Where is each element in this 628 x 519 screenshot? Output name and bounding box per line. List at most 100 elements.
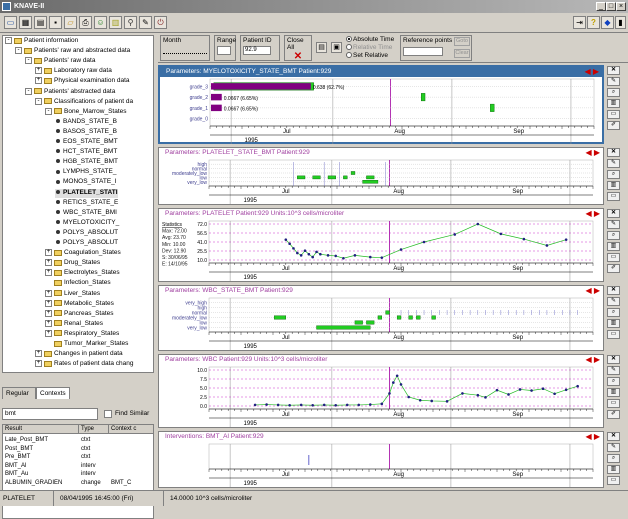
month-slider[interactable] <box>163 48 207 54</box>
arrow-right-icon[interactable]: ▶ <box>594 286 600 295</box>
chart-panel[interactable]: Interventions: BMT_Al Patient:929 ◀ ▶ Jul A… <box>158 431 604 488</box>
data-point[interactable] <box>399 248 403 251</box>
stats-icon[interactable]: ▥ <box>607 388 620 397</box>
chart-panel[interactable]: Parameters: PLATELET_STATE_BMT Patient:9… <box>158 147 604 205</box>
chart-panel[interactable]: Parameters: WBC_STATE_BMT Patient:929 ◀ ▶… <box>158 285 604 351</box>
result-cell[interactable]: BMT_Al <box>5 462 26 470</box>
tree-node[interactable]: - Patient information <box>5 37 78 46</box>
data-point[interactable] <box>541 387 545 391</box>
state-interval[interactable] <box>327 175 336 180</box>
tab-regular[interactable]: Regular <box>2 387 36 399</box>
expand-icon[interactable]: + <box>45 299 52 307</box>
data-point[interactable] <box>495 388 499 392</box>
stats-icon[interactable]: ▥ <box>607 465 620 474</box>
find-similar-checkbox[interactable] <box>104 410 112 418</box>
tree-node[interactable]: Tumor_Marker_States <box>45 340 128 349</box>
arrow-right-icon[interactable]: ▶ <box>594 148 600 157</box>
expand-icon[interactable]: + <box>35 67 42 75</box>
collapse-icon[interactable]: - <box>35 97 42 105</box>
data-point[interactable] <box>380 256 384 259</box>
tree-node[interactable]: MONOS_STATE_I <box>55 178 117 187</box>
data-point[interactable] <box>303 249 307 253</box>
expand-icon[interactable]: + <box>35 350 42 358</box>
state-interval[interactable] <box>408 315 413 320</box>
data-point[interactable] <box>407 395 410 399</box>
state-interval[interactable] <box>362 180 379 184</box>
result-cell[interactable]: ctxt <box>81 436 90 444</box>
close-panel-icon[interactable]: ✕ <box>607 209 620 218</box>
stats-icon[interactable]: ▥ <box>607 242 620 251</box>
grid-icon[interactable]: ▦ <box>19 16 32 29</box>
expand-icon[interactable]: + <box>45 249 52 257</box>
data-point[interactable] <box>484 396 487 399</box>
goto-button[interactable]: Goto <box>454 37 470 46</box>
expand-icon[interactable]: + <box>45 259 52 267</box>
result-cell[interactable]: ctxt <box>81 453 90 461</box>
data-point[interactable] <box>322 403 326 407</box>
collapse-icon[interactable]: - <box>5 37 12 44</box>
data-point[interactable] <box>461 392 464 395</box>
state-interval[interactable] <box>316 325 371 330</box>
search-icon[interactable]: ⚲ <box>124 16 137 29</box>
state-interval[interactable] <box>431 315 436 320</box>
data-point[interactable] <box>507 393 510 396</box>
data-point[interactable] <box>380 402 384 406</box>
tree-node[interactable]: HCT_STATE_BMT <box>55 148 117 157</box>
note-icon[interactable]: ▭ <box>607 110 620 119</box>
result-cell[interactable]: ALBUMIN_GRADIEN <box>5 479 62 487</box>
data-point[interactable] <box>265 403 268 406</box>
diamond-icon[interactable]: ◆ <box>601 16 614 29</box>
tree-node[interactable]: EOS_STATE_BMT <box>55 138 118 147</box>
data-point[interactable] <box>518 388 522 391</box>
tree-node[interactable]: HGB_STATE_BMT <box>55 158 118 167</box>
expand-icon[interactable]: + <box>45 319 52 327</box>
note-icon[interactable]: ▭ <box>607 253 620 262</box>
data-point[interactable] <box>292 247 295 250</box>
data-point[interactable] <box>311 403 314 407</box>
maximize-button[interactable]: □ <box>606 2 616 11</box>
chart-panel[interactable]: Parameters: WBC Patient:929 Units:10^3 c… <box>158 354 604 428</box>
data-point[interactable] <box>476 222 480 226</box>
data-point[interactable] <box>357 403 361 407</box>
result-cell[interactable]: interv <box>81 470 96 478</box>
collapse-icon[interactable]: - <box>45 107 52 115</box>
zoom-icon[interactable]: ⌕ <box>607 308 620 317</box>
edit-icon[interactable]: ✐ <box>607 410 620 419</box>
expand-icon[interactable]: + <box>35 77 42 85</box>
close-all-group[interactable]: Close All ✕ <box>284 35 312 62</box>
tools-icon[interactable]: ✎ <box>139 16 152 29</box>
data-point[interactable] <box>453 233 457 236</box>
zoom-icon[interactable]: ⌕ <box>607 454 620 463</box>
panel-title[interactable]: Parameters: WBC_STATE_BMT Patient:929 <box>159 286 603 296</box>
panel-nav-arrows[interactable]: ◀ ▶ <box>585 433 600 441</box>
panel-nav-arrows[interactable]: ◀ ▶ <box>585 149 600 157</box>
zoom-icon[interactable]: ⌕ <box>607 88 620 97</box>
data-point[interactable] <box>395 374 399 378</box>
data-point[interactable] <box>284 238 288 241</box>
panel-title[interactable]: Parameters: PLATELET Patient:929 Units:1… <box>159 209 603 219</box>
result-cell[interactable]: Pre_BMT <box>5 453 30 461</box>
collapse-icon[interactable]: - <box>15 47 22 55</box>
result-cell[interactable]: Late_Post_BMT <box>5 436 48 444</box>
tree-node[interactable]: + Electrolytes_States <box>45 269 120 278</box>
arrow-left-icon[interactable]: ◀ <box>585 355 593 364</box>
collapse-icon[interactable]: - <box>25 87 32 95</box>
tree-node[interactable]: RETICS_STATE_E <box>55 199 118 208</box>
stats-icon[interactable]: ▥ <box>607 319 620 328</box>
edit-icon[interactable]: ✐ <box>607 121 620 130</box>
data-point[interactable] <box>311 255 314 259</box>
relative-time-option[interactable]: Relative Time <box>346 44 394 52</box>
data-point[interactable] <box>334 403 338 407</box>
tree-node[interactable]: - Classifications of patient da <box>35 97 133 107</box>
close-panel-icon[interactable]: ✕ <box>607 286 620 295</box>
tree-node[interactable]: - Patients' raw data <box>25 57 95 66</box>
state-interval[interactable] <box>312 175 321 180</box>
result-cell[interactable]: ctxt <box>81 445 90 453</box>
tree-node[interactable]: + Drug_States <box>45 259 100 268</box>
close-panel-icon[interactable]: ✕ <box>607 432 620 441</box>
edit-icon[interactable]: ✐ <box>607 264 620 273</box>
relative-time-radio[interactable] <box>346 44 352 51</box>
absolute-time-option[interactable]: Absolute Time <box>346 36 394 44</box>
tree-node[interactable]: + Renal_States <box>45 319 103 329</box>
data-point[interactable] <box>288 242 291 246</box>
